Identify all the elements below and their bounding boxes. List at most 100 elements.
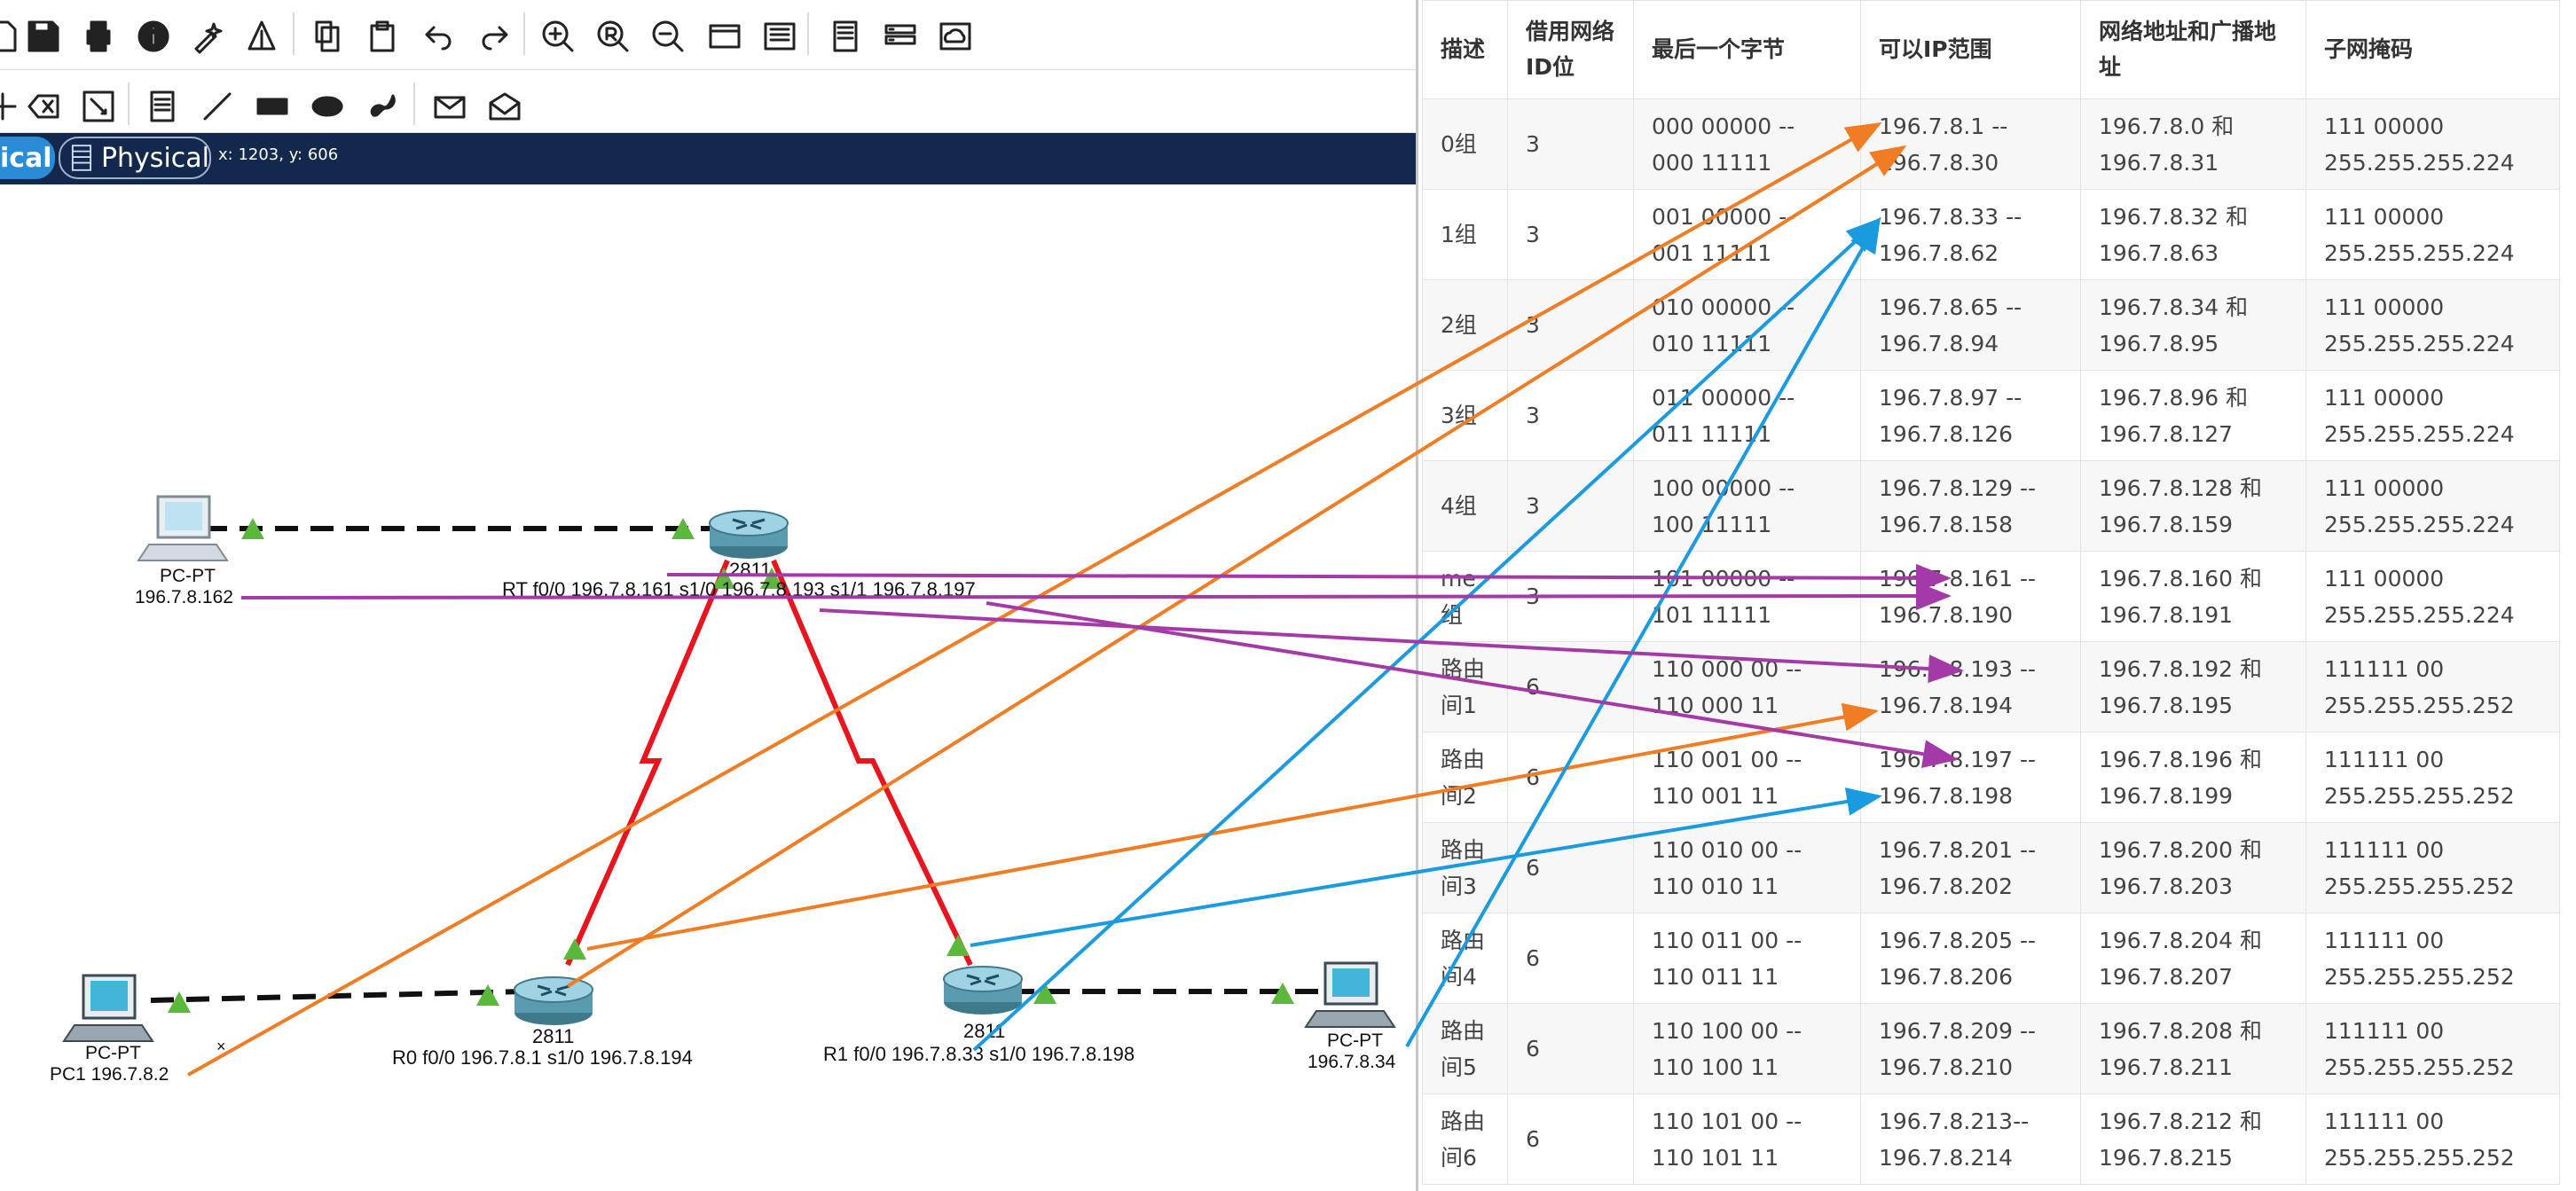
cell-description: 路由 间1 (1422, 641, 1508, 733)
cell-network-broadcast: 196.7.8.204 和 196.7.8.207 (2080, 913, 2306, 1004)
cell-subnet-mask: 111 00000 255.255.255.224 (2305, 189, 2560, 280)
cell-subnet-mask: 111111 00 255.255.255.252 (2305, 1003, 2560, 1094)
cell-last-byte: 110 010 00 -- 110 010 11 (1633, 822, 1861, 913)
cell-borrowed-bits: 6 (1507, 822, 1634, 913)
subnet-table: 描述 借用网络ID位 最后一个字节 可以IP范围 网络地址和广播地址 子网掩码 … (1422, 0, 2560, 1185)
link-pc1-r0[interactable] (150, 989, 524, 1003)
cell-ip-range: 196.7.8.129 -- 196.7.8.158 (1860, 460, 2081, 552)
pc-top-left[interactable]: PC-PT 196.7.8.162 (135, 495, 233, 607)
cell-ip-range: 196.7.8.197 -- 196.7.8.198 (1860, 732, 2081, 823)
cell-borrowed-bits: 3 (1507, 460, 1634, 552)
cell-network-broadcast: 196.7.8.212 和 196.7.8.215 (2080, 1093, 2306, 1185)
cell-network-broadcast: 196.7.8.208 和 196.7.8.211 (2080, 1003, 2306, 1094)
cell-last-byte: 001 00000 -- 001 11111 (1633, 189, 1861, 280)
cell-ip-range: 196.7.8.33 -- 196.7.8.62 (1860, 189, 2081, 280)
cell-description: 2组 (1422, 279, 1508, 371)
cell-borrowed-bits: 3 (1507, 279, 1634, 371)
cell-subnet-mask: 111 00000 255.255.255.224 (2305, 551, 2560, 642)
cell-borrowed-bits: 3 (1507, 551, 1634, 642)
router-r1-label: R1 f0/0 196.7.8.33 s1/0 196.7.8.198 (823, 1043, 1135, 1065)
cell-description: 4组 (1422, 460, 1508, 552)
cell-subnet-mask: 111 00000 255.255.255.224 (2305, 98, 2560, 190)
pc-bottom-left-label: PC1 196.7.8.2 (50, 1064, 169, 1085)
cursor-x-mark: × (216, 1038, 226, 1055)
table-row: 2组 3 010 00000 -- 010 11111 196.7.8.65 -- 1… (1422, 279, 2560, 371)
table-row: 路由 间2 6 110 001 00 -- 110 001 11 196.7.8.19… (1422, 732, 2560, 823)
pc-top-left-type: PC-PT (160, 566, 216, 586)
serial-link-rt-r0[interactable] (565, 559, 730, 967)
table-row: 0组 3 000 00000 -- 000 11111 196.7.8.1 -- 19… (1422, 98, 2560, 190)
cell-network-broadcast: 196.7.8.192 和 196.7.8.195 (2080, 641, 2306, 733)
cell-last-byte: 000 00000 -- 000 11111 (1633, 98, 1861, 190)
cell-description: 1组 (1422, 189, 1508, 280)
cell-ip-range: 196.7.8.209 -- 196.7.8.210 (1860, 1003, 2081, 1094)
subnet-table-panel: 描述 借用网络ID位 最后一个字节 可以IP范围 网络地址和广播地址 子网掩码 … (1416, 0, 2576, 1191)
router-r1[interactable]: 2811 (943, 966, 1023, 1042)
cell-network-broadcast: 196.7.8.96 和 196.7.8.127 (2080, 370, 2306, 461)
cell-ip-range: 196.7.8.205 -- 196.7.8.206 (1860, 913, 2081, 1004)
cell-subnet-mask: 111 00000 255.255.255.224 (2305, 370, 2560, 461)
pc-bottom-right[interactable]: PC-PT 196.7.8.34 (1304, 961, 1396, 1072)
pc-bottom-left-type: PC-PT (85, 1043, 141, 1063)
table-row: 路由 间5 6 110 100 00 -- 110 100 11 196.7.8.20… (1422, 1003, 2560, 1094)
table-row: 路由 间4 6 110 011 00 -- 110 011 11 196.7.8.20… (1422, 913, 2560, 1004)
cell-borrowed-bits: 6 (1507, 1003, 1634, 1094)
cell-borrowed-bits: 6 (1507, 913, 1634, 1004)
table-header-row: 描述 借用网络ID位 最后一个字节 可以IP范围 网络地址和广播地址 子网掩码 (1422, 0, 2560, 99)
cell-description: 路由 间2 (1422, 732, 1508, 823)
table-row: 3组 3 011 00000 -- 011 11111 196.7.8.97 -- 1… (1422, 370, 2560, 461)
cell-description: 3组 (1422, 370, 1508, 461)
cell-subnet-mask: 111111 00 255.255.255.252 (2305, 822, 2560, 913)
header-network-broadcast: 网络地址和广播地址 (2080, 0, 2306, 99)
pc-bottom-right-type: PC-PT (1327, 1030, 1383, 1051)
cell-ip-range: 196.7.8.161 -- 196.7.8.190 (1860, 551, 2081, 642)
cell-network-broadcast: 196.7.8.200 和 196.7.8.203 (2080, 822, 2306, 913)
header-last-byte: 最后一个字节 (1633, 0, 1861, 99)
cell-borrowed-bits: 3 (1507, 98, 1634, 190)
cell-network-broadcast: 196.7.8.0 和 196.7.8.31 (2080, 98, 2306, 190)
cell-ip-range: 196.7.8.97 -- 196.7.8.126 (1860, 370, 2081, 461)
cell-description: 路由 间3 (1422, 822, 1508, 913)
table-row: 1组 3 001 00000 -- 001 11111 196.7.8.33 -- 1… (1422, 189, 2560, 280)
port-up-icon (946, 935, 970, 956)
cell-last-byte: 100 00000 -- 100 11111 (1633, 460, 1861, 552)
cell-borrowed-bits: 6 (1507, 641, 1634, 733)
cell-ip-range: 196.7.8.193 -- 196.7.8.194 (1860, 641, 2081, 733)
port-up-icon (563, 938, 586, 960)
table-row: 4组 3 100 00000 -- 100 11111 196.7.8.129 -- … (1422, 460, 2560, 552)
cell-borrowed-bits: 3 (1507, 370, 1634, 461)
cell-ip-range: 196.7.8.1 -- 196.7.8.30 (1860, 98, 2081, 190)
cell-subnet-mask: 111111 00 255.255.255.252 (2305, 732, 2560, 823)
cell-last-byte: 011 00000 -- 011 11111 (1633, 370, 1861, 461)
table-row: me 组 3 101 00000 -- 101 11111 196.7.8.161 -… (1422, 551, 2560, 642)
cell-last-byte: 110 101 00 -- 110 101 11 (1633, 1093, 1861, 1185)
table-row: 路由 间3 6 110 010 00 -- 110 010 11 196.7.8.20… (1422, 822, 2560, 913)
packet-tracer-window: ical Physical x: 1203, y: 606 2811 RT f0… (0, 0, 2576, 1191)
cell-network-broadcast: 196.7.8.196 和 196.7.8.199 (2080, 732, 2306, 823)
header-borrowed-bits: 借用网络ID位 (1507, 0, 1634, 99)
pc-top-left-label: 196.7.8.162 (135, 587, 233, 607)
cell-last-byte: 010 00000 -- 010 11111 (1633, 279, 1861, 371)
cell-last-byte: 110 100 00 -- 110 100 11 (1633, 1003, 1861, 1094)
cell-ip-range: 196.7.8.213-- 196.7.8.214 (1860, 1093, 2081, 1185)
cell-subnet-mask: 111111 00 255.255.255.252 (2305, 1093, 2560, 1185)
cell-description: 路由 间5 (1422, 1003, 1508, 1094)
cell-description: me 组 (1422, 551, 1508, 642)
cell-borrowed-bits: 6 (1507, 732, 1634, 823)
cell-ip-range: 196.7.8.65 -- 196.7.8.94 (1860, 279, 2081, 371)
pc-bottom-left[interactable]: PC-PT PC1 196.7.8.2 (50, 974, 169, 1085)
router-r1-model: 2811 (963, 1020, 1005, 1042)
cell-subnet-mask: 111111 00 255.255.255.252 (2305, 641, 2560, 733)
cell-last-byte: 110 011 00 -- 110 011 11 (1633, 913, 1861, 1004)
cell-description: 0组 (1422, 98, 1508, 190)
router-r0[interactable]: 2811 (514, 976, 593, 1047)
router-rt-label: RT f0/0 196.7.8.161 s1/0 196.7.8.193 s1/… (502, 578, 976, 600)
cell-last-byte: 101 00000 -- 101 11111 (1633, 551, 1861, 642)
cell-description: 路由 间6 (1422, 1093, 1508, 1185)
pc-bottom-right-label: 196.7.8.34 (1308, 1052, 1396, 1072)
cell-last-byte: 110 000 00 -- 110 000 11 (1633, 641, 1861, 733)
cell-last-byte: 110 001 00 -- 110 001 11 (1633, 732, 1861, 823)
serial-link-rt-r1[interactable] (771, 559, 973, 967)
cell-subnet-mask: 111 00000 255.255.255.224 (2305, 460, 2560, 552)
cell-borrowed-bits: 3 (1507, 189, 1634, 280)
